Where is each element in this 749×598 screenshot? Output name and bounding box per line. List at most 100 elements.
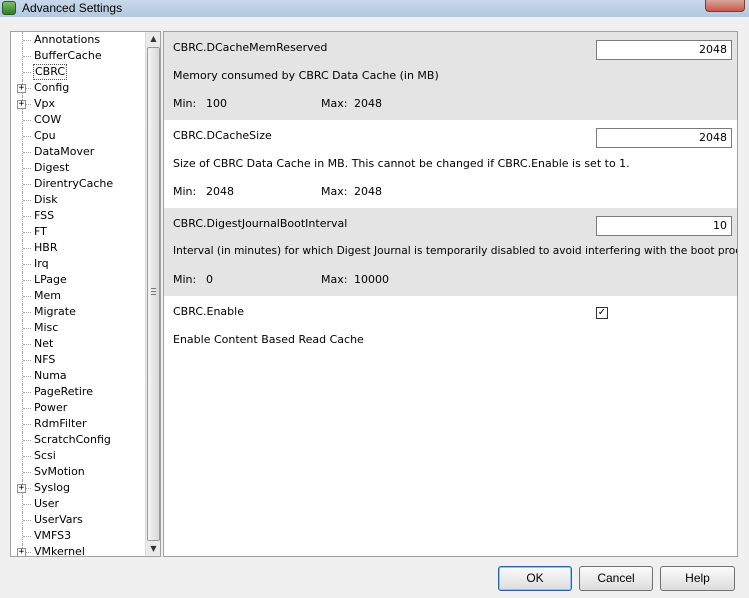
value-input[interactable]: 2048 (596, 40, 732, 60)
tree-branch-line (23, 200, 31, 201)
expand-icon[interactable]: + (17, 100, 26, 109)
tree-item[interactable]: Migrate (11, 304, 145, 320)
tree-item[interactable]: SvMotion (11, 464, 145, 480)
tree-branch-line (23, 120, 31, 121)
tree-item-label: Vpx (34, 97, 56, 110)
checkmark-icon: ✓ (597, 307, 607, 318)
tree-item-label: Annotations (34, 33, 101, 46)
tree-branch-line (23, 40, 31, 41)
tree-item[interactable]: Misc (11, 320, 145, 336)
settings-tree[interactable]: Annotations BufferCache CBRC + Config + Vpx COW… (10, 31, 161, 557)
tree-item-label: VMFS3 (34, 529, 72, 542)
tree-item[interactable]: Cpu (11, 128, 145, 144)
tree-item[interactable]: CBRC (11, 64, 145, 80)
tree-item[interactable]: HBR (11, 240, 145, 256)
help-button[interactable]: Help (660, 566, 735, 591)
tree-item[interactable]: Digest (11, 160, 145, 176)
scroll-up-arrow-icon[interactable]: ▲ (146, 32, 160, 46)
setting-description: Memory consumed by CBRC Data Cache (in M… (173, 69, 439, 82)
tree-item[interactable]: Annotations (11, 32, 145, 48)
tree-branch-line (23, 152, 31, 153)
tree-item-label: Mem (34, 289, 61, 302)
tree-item[interactable]: + Vpx (11, 96, 145, 112)
tree-item-label: Net (34, 337, 54, 350)
enable-checkbox[interactable]: ✓ (596, 307, 608, 319)
scroll-down-arrow-icon[interactable]: ▼ (146, 542, 160, 556)
tree-item[interactable]: + VMkernel (11, 544, 145, 556)
tree-item-label: HBR (34, 241, 58, 254)
setting-name: CBRC.DigestJournalBootInterval (173, 217, 348, 230)
min-label: Min: (173, 185, 197, 198)
setting-name: CBRC.Enable (173, 305, 244, 318)
tree-branch-line (23, 184, 31, 185)
tree-item[interactable]: LPage (11, 272, 145, 288)
tree-item-label: Disk (34, 193, 58, 206)
tree-branch-line (23, 408, 31, 409)
scrollbar-thumb[interactable] (147, 47, 160, 541)
tree-item[interactable]: + Syslog (11, 480, 145, 496)
tree-item[interactable]: Power (11, 400, 145, 416)
setting-name: CBRC.DCacheSize (173, 129, 272, 142)
expand-icon[interactable]: + (17, 548, 26, 556)
ok-button[interactable]: OK (498, 566, 572, 591)
tree-item[interactable]: NFS (11, 352, 145, 368)
max-label: Max: (321, 273, 348, 286)
cancel-button[interactable]: Cancel (579, 566, 653, 591)
tree-item-label: UserVars (34, 513, 83, 526)
max-label: Max: (321, 97, 348, 110)
tree-branch-line (23, 424, 31, 425)
value-input[interactable]: 10 (596, 216, 732, 236)
grip-icon (151, 288, 156, 295)
tree-item-label: DirentryCache (34, 177, 114, 190)
tree-item[interactable]: ScratchConfig (11, 432, 145, 448)
setting-name: CBRC.DCacheMemReserved (173, 41, 328, 54)
tree-item[interactable]: RdmFilter (11, 416, 145, 432)
tree-branch-line (23, 56, 31, 57)
tree-item-label: Syslog (34, 481, 70, 494)
tree-branch-line (23, 360, 31, 361)
tree-item-label: LPage (34, 273, 67, 286)
tree-item[interactable]: Mem (11, 288, 145, 304)
tree-item[interactable]: DataMover (11, 144, 145, 160)
tree-item[interactable]: Numa (11, 368, 145, 384)
expand-icon[interactable]: + (17, 484, 26, 493)
tree-item[interactable]: Scsi (11, 448, 145, 464)
min-label: Min: (173, 97, 197, 110)
tree-item-label: Config (34, 81, 70, 94)
tree-item[interactable]: Net (11, 336, 145, 352)
tree-scrollbar[interactable]: ▲ ▼ (145, 32, 160, 556)
tree-item[interactable]: User (11, 496, 145, 512)
tree-branch-line (23, 312, 31, 313)
tree-branch-line (23, 472, 31, 473)
tree-item-label: Power (34, 401, 68, 414)
setting-dcachememreserved: CBRC.DCacheMemReserved 2048 Memory consu… (164, 32, 737, 120)
tree-branch-line (23, 168, 31, 169)
tree-item-label: ScratchConfig (34, 433, 111, 446)
max-label: Max: (321, 185, 348, 198)
tree-item[interactable]: FSS (11, 208, 145, 224)
expand-icon[interactable]: + (17, 84, 26, 93)
setting-digestjournalbootinterval: CBRC.DigestJournalBootInterval 10 Interv… (164, 208, 738, 296)
tree-item-label: COW (34, 113, 62, 126)
min-value: 100 (206, 97, 227, 110)
tree-item[interactable]: PageRetire (11, 384, 145, 400)
tree-item-label: NFS (34, 353, 56, 366)
setting-enable: CBRC.Enable ✓ Enable Content Based Read … (164, 296, 737, 356)
value-input[interactable]: 2048 (596, 128, 732, 148)
close-button[interactable] (705, 0, 745, 12)
tree-item[interactable]: UserVars (11, 512, 145, 528)
tree-item-label: Misc (34, 321, 59, 334)
tree-item[interactable]: VMFS3 (11, 528, 145, 544)
tree-item[interactable]: DirentryCache (11, 176, 145, 192)
tree-item[interactable]: BufferCache (11, 48, 145, 64)
tree-item[interactable]: Disk (11, 192, 145, 208)
tree-item[interactable]: + Config (11, 80, 145, 96)
tree-item[interactable]: Irq (11, 256, 145, 272)
title-bar[interactable]: Advanced Settings (0, 0, 749, 17)
tree-branch-line (23, 344, 31, 345)
tree-branch-line (23, 376, 31, 377)
tree-item[interactable]: FT (11, 224, 145, 240)
min-value: 0 (206, 273, 213, 286)
tree-item[interactable]: COW (11, 112, 145, 128)
setting-description: Interval (in minutes) for which Digest J… (173, 245, 738, 257)
